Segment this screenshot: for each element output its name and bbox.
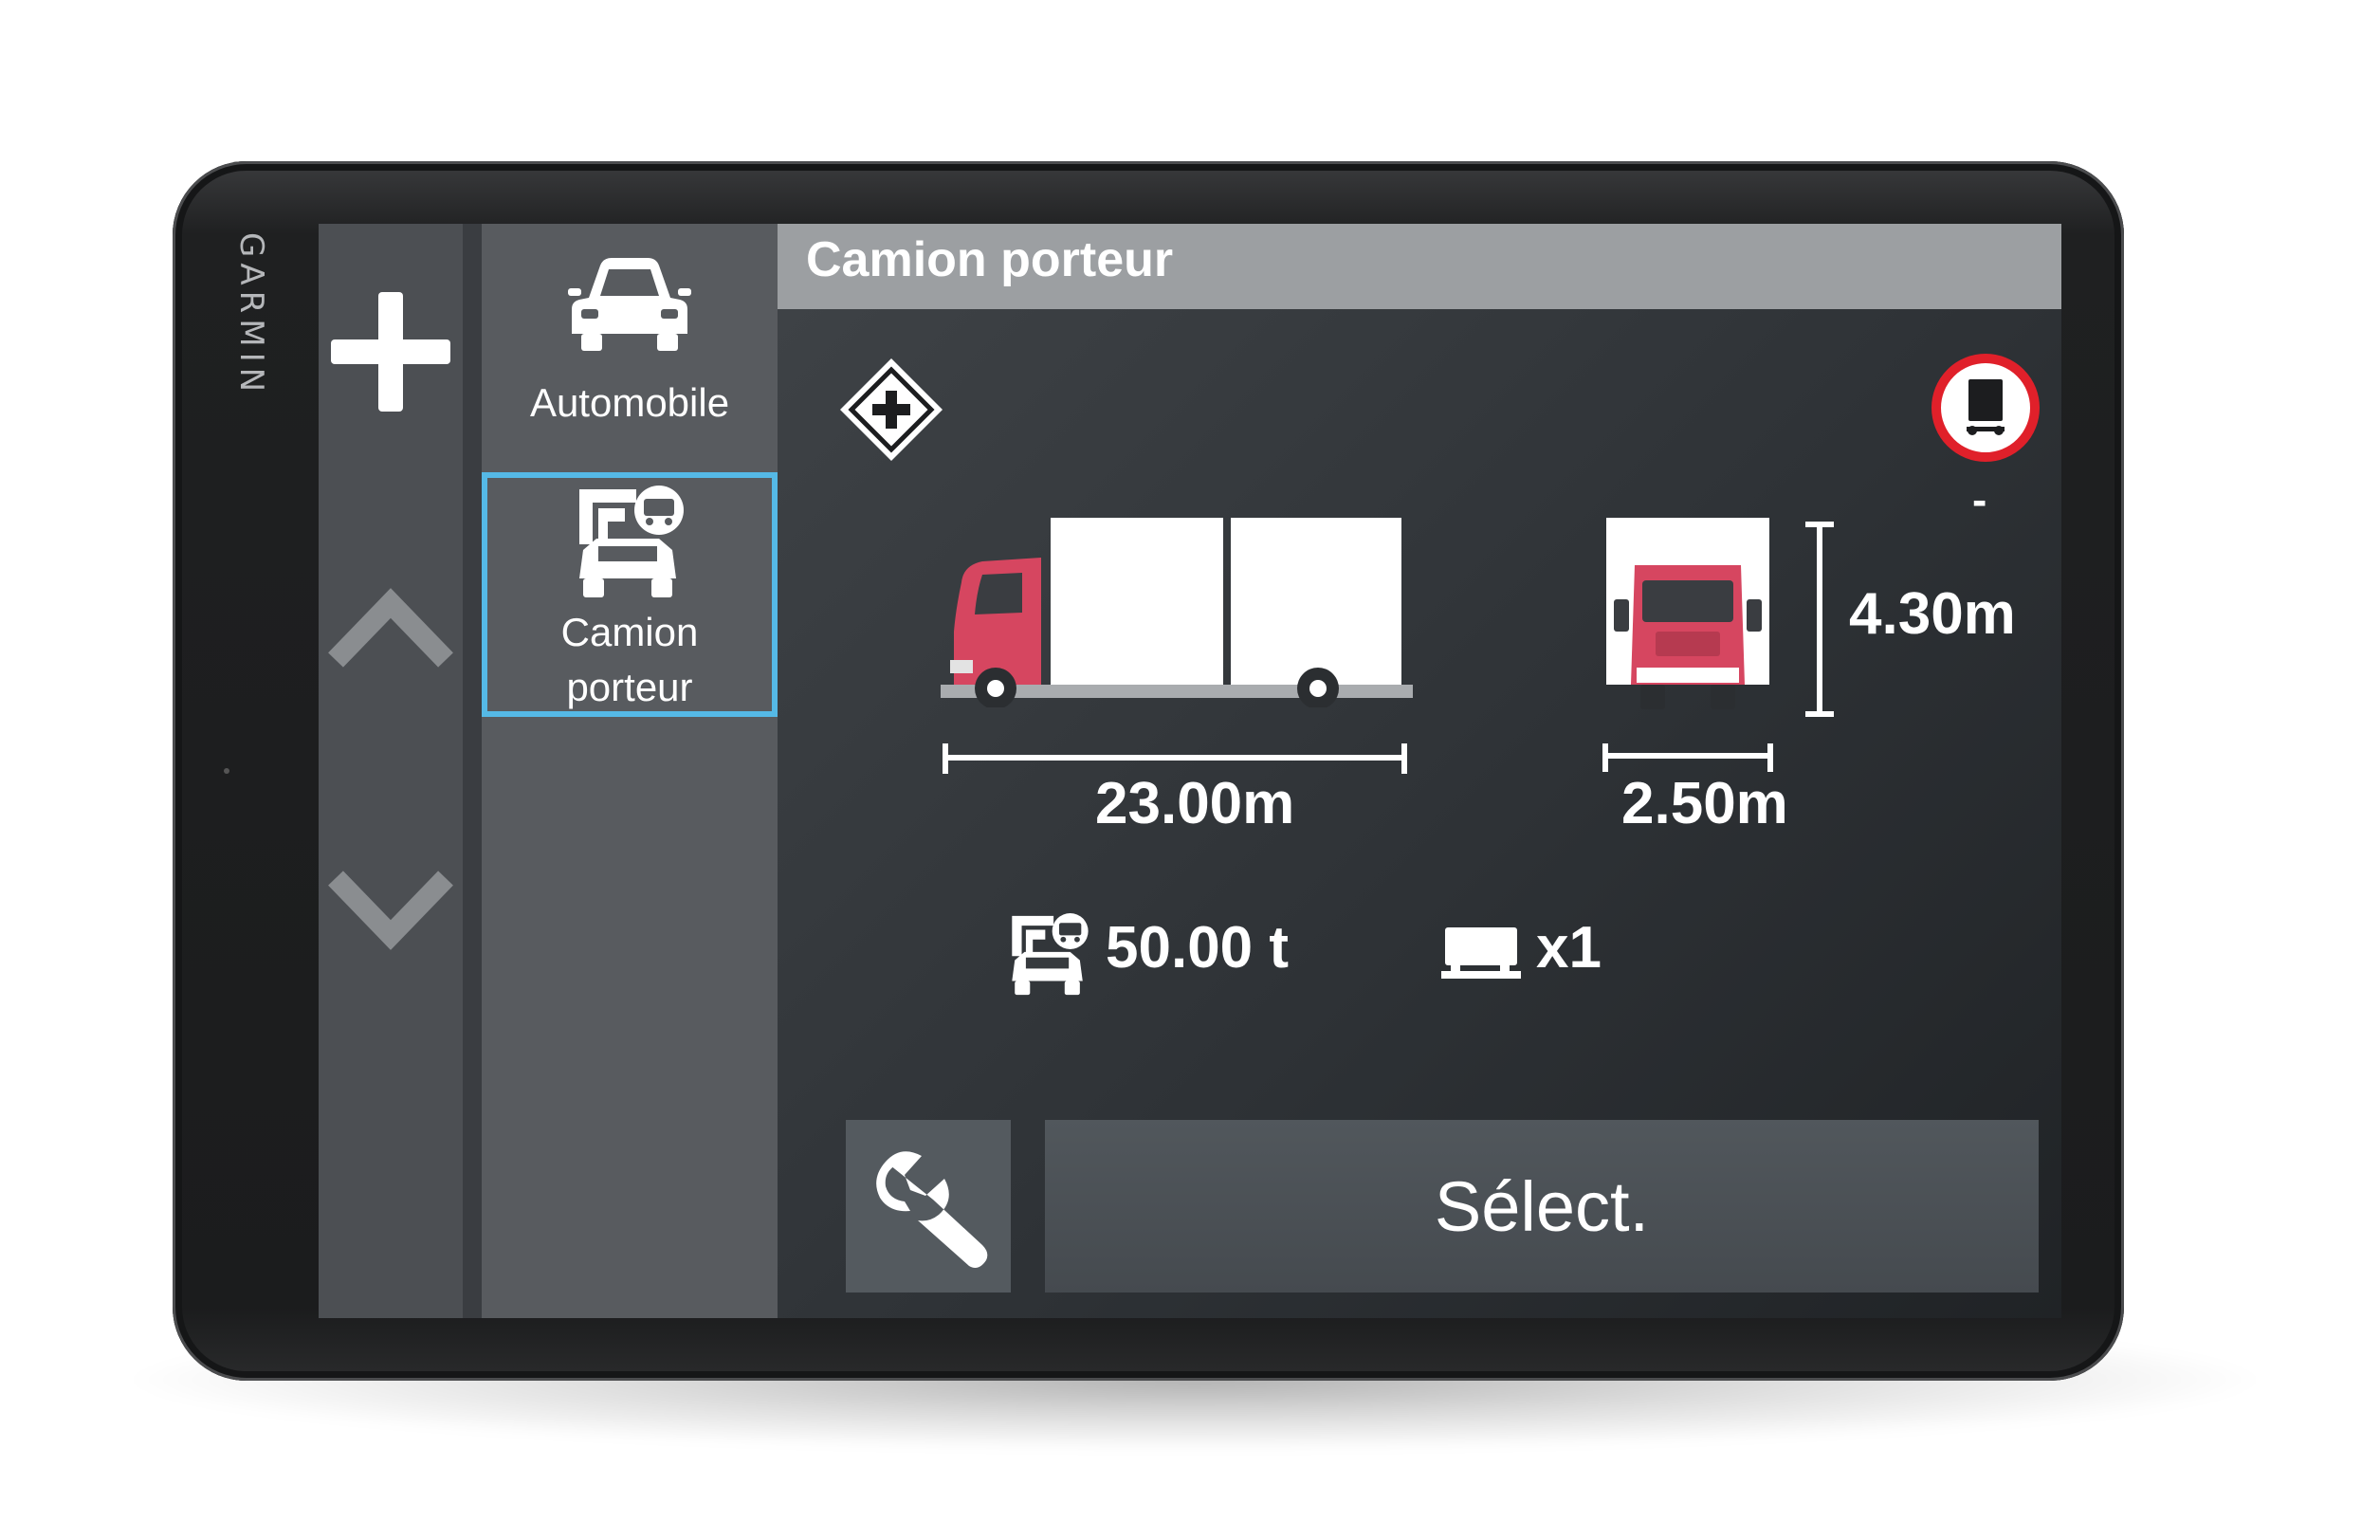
height-dimension-cap: [1805, 711, 1834, 717]
trailer-icon: [1441, 927, 1521, 979]
width-value: 2.50m: [1621, 771, 1788, 836]
scroll-up-button[interactable]: [319, 556, 463, 707]
height-dimension-cap: [1805, 522, 1834, 527]
select-button[interactable]: Sélect.: [1045, 1120, 2039, 1292]
panel-title: Camion porteur: [806, 232, 1174, 287]
hazmat-diamond-icon[interactable]: [838, 357, 944, 463]
plus-icon: [331, 292, 450, 412]
profile-list: Automobile Camion porteur: [482, 224, 778, 1318]
length-dimension-cap: [943, 743, 948, 774]
add-profile-button[interactable]: [319, 276, 463, 428]
truck-side-icon: [941, 518, 1413, 707]
width-dimension-line: [1602, 753, 1773, 759]
profile-label-line1: Camion: [560, 610, 699, 654]
height-dimension-line: [1817, 522, 1822, 717]
truck-weight-icon: [1012, 913, 1089, 996]
length-dimension-line: [943, 755, 1407, 761]
chevron-down-icon: [328, 871, 453, 950]
truck-profile-icon: [579, 486, 684, 597]
weight-value: 50.00 t: [1106, 915, 1290, 981]
profile-label: Automobile: [529, 380, 730, 425]
panel-header: Camion porteur: [778, 224, 2061, 309]
light-sensor: [224, 768, 229, 774]
hazardous-goods-sign-icon[interactable]: [1929, 351, 2042, 465]
settings-button[interactable]: [846, 1120, 1011, 1292]
profile-label-line2: porteur: [566, 665, 693, 709]
navigation-rail: [319, 224, 463, 1318]
vehicle-detail-panel: Camion porteur - 23.00m 2.50m 4.30m 50.0…: [778, 224, 2061, 1318]
screen: Automobile Camion porteur Camion porteur: [319, 224, 2061, 1318]
trailer-count: x1: [1536, 915, 1602, 981]
height-value: 4.30m: [1849, 581, 2016, 647]
chevron-up-icon: [328, 588, 453, 668]
car-icon: [568, 258, 691, 351]
scroll-down-button[interactable]: [319, 831, 463, 982]
profile-item-camion-porteur[interactable]: Camion porteur: [482, 472, 778, 717]
width-dimension-cap: [1602, 743, 1608, 772]
profile-item-automobile[interactable]: Automobile: [482, 243, 778, 470]
wrench-icon: [876, 1151, 988, 1268]
rail-divider: [463, 224, 482, 1318]
width-dimension-cap: [1767, 743, 1773, 772]
hazmat-value: -: [1972, 475, 1987, 524]
truck-front-icon: [1606, 518, 1769, 709]
length-dimension-cap: [1401, 743, 1407, 774]
brand-logo: GARMIN: [232, 232, 270, 398]
length-value: 23.00m: [1095, 771, 1295, 836]
